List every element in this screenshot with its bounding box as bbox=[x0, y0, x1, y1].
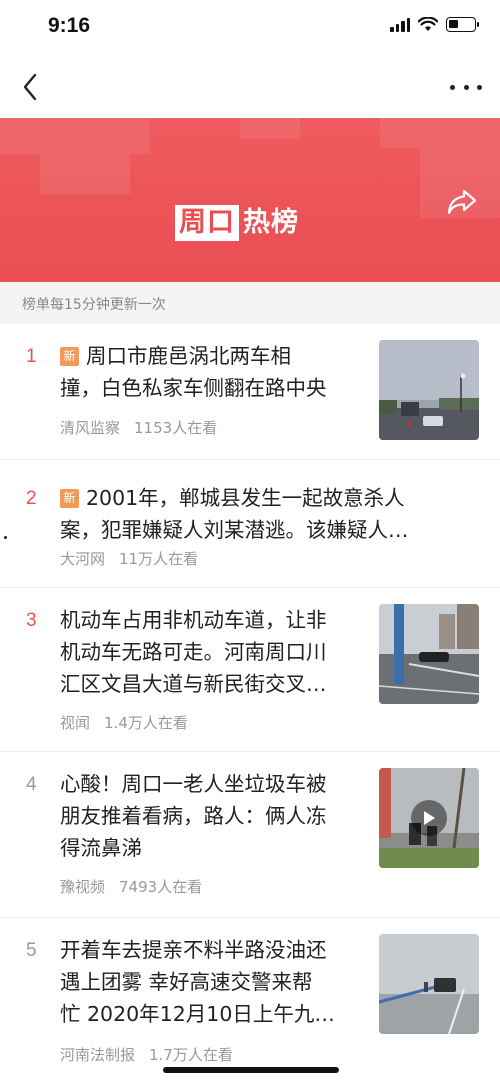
list-item[interactable]: 2 新 2001年，郸城县发生一起故意杀人 案，犯罪嫌疑人刘某潜逃。该嫌疑人… 大… bbox=[0, 460, 500, 588]
list-item[interactable]: 5 开着车去提亲不料半路没油还 遇上团雾 幸好高速交警来帮 忙 2020年12月… bbox=[0, 918, 500, 1068]
item-views: 11万人在看 bbox=[119, 550, 199, 568]
play-icon bbox=[424, 811, 435, 825]
item-views: 1.7万人在看 bbox=[149, 1046, 233, 1064]
update-frequency-note: 榜单每15分钟更新一次 bbox=[0, 282, 500, 324]
wifi-icon bbox=[418, 17, 438, 31]
list-item[interactable]: 3 机动车占用非机动车道，让非 机动车无路可走。河南周口川 汇区文昌大道与新民街… bbox=[0, 588, 500, 752]
video-thumbnail[interactable] bbox=[379, 768, 479, 868]
new-tag: 新 bbox=[60, 489, 79, 508]
hot-list-banner: 周口 热榜 bbox=[0, 118, 500, 282]
banner-decoration bbox=[380, 118, 500, 148]
item-source: 清风监察 bbox=[60, 419, 121, 437]
item-meta: 视闻 1.4万人在看 bbox=[60, 712, 188, 733]
banner-logo: 周口 热榜 bbox=[175, 205, 299, 241]
banner-decoration bbox=[240, 118, 300, 138]
banner-decoration bbox=[0, 118, 150, 154]
rank-number: 2 bbox=[26, 488, 37, 509]
logo-box-text: 周口 bbox=[175, 205, 239, 241]
dot-icon bbox=[463, 84, 469, 90]
logo-text: 热榜 bbox=[243, 207, 299, 238]
back-button[interactable] bbox=[14, 70, 46, 104]
item-title: 新 2001年，郸城县发生一起故意杀人 案，犯罪嫌疑人刘某潜逃。该嫌疑人… bbox=[60, 486, 409, 542]
cellular-signal-icon bbox=[390, 17, 410, 32]
item-meta: 豫视频 7493人在看 bbox=[60, 876, 202, 897]
chevron-left-icon bbox=[23, 73, 37, 101]
status-icons bbox=[390, 17, 479, 32]
update-note-text: 榜单每15分钟更新一次 bbox=[22, 297, 166, 313]
dot-icon bbox=[477, 84, 482, 90]
hot-list: 1 新周口市鹿邑涡北两车相 撞，白色私家车侧翻在路中央 清风监察 1153人在看 bbox=[0, 324, 500, 1068]
new-tag: 新 bbox=[60, 347, 79, 366]
foggy-highway-thumbnail[interactable] bbox=[379, 934, 479, 1034]
list-item[interactable]: 1 新周口市鹿邑涡北两车相 撞，白色私家车侧翻在路中央 清风监察 1153人在看 bbox=[0, 324, 500, 460]
status-time: 9:16 bbox=[48, 14, 91, 37]
rank-number: 1 bbox=[26, 346, 37, 367]
status-bar: 9:16 bbox=[0, 0, 500, 56]
item-views: 1.4万人在看 bbox=[104, 714, 188, 732]
street-thumbnail[interactable] bbox=[379, 604, 479, 704]
item-title: 新周口市鹿邑涡北两车相 撞，白色私家车侧翻在路中央 bbox=[60, 344, 327, 400]
item-views: 7493人在看 bbox=[119, 878, 203, 896]
rank-number: 5 bbox=[26, 940, 37, 961]
item-views: 1153人在看 bbox=[134, 419, 218, 437]
car-crash-thumbnail[interactable] bbox=[379, 340, 479, 440]
share-button[interactable] bbox=[446, 188, 478, 218]
home-indicator[interactable] bbox=[163, 1067, 339, 1073]
battery-icon bbox=[446, 17, 479, 32]
nav-bar bbox=[0, 56, 500, 118]
item-title: 开着车去提亲不料半路没油还 遇上团雾 幸好高速交警来帮 忙 2020年12月10… bbox=[60, 938, 335, 1026]
item-meta: 河南法制报 1.7万人在看 bbox=[60, 1044, 233, 1065]
item-source: 河南法制报 bbox=[60, 1046, 136, 1064]
more-options-button[interactable] bbox=[450, 76, 482, 98]
list-item[interactable]: 4 心酸！周口一老人坐垃圾车被 朋友推着看病，路人：俩人冻 得流鼻涕 豫视频 74… bbox=[0, 752, 500, 918]
share-icon bbox=[447, 189, 477, 215]
edge-marker bbox=[4, 536, 7, 539]
item-title: 心酸！周口一老人坐垃圾车被 朋友推着看病，路人：俩人冻 得流鼻涕 bbox=[60, 772, 327, 860]
rank-number: 4 bbox=[26, 774, 37, 795]
banner-decoration bbox=[40, 154, 130, 194]
rank-number: 3 bbox=[26, 610, 37, 631]
play-button[interactable] bbox=[411, 800, 447, 836]
item-meta: 大河网 11万人在看 bbox=[60, 548, 198, 569]
item-meta: 清风监察 1153人在看 bbox=[60, 417, 217, 438]
item-source: 豫视频 bbox=[60, 878, 106, 896]
item-title: 机动车占用非机动车道，让非 机动车无路可走。河南周口川 汇区文昌大道与新民街交叉… bbox=[60, 608, 327, 696]
item-source: 大河网 bbox=[60, 550, 106, 568]
item-source: 视闻 bbox=[60, 714, 91, 732]
dot-icon bbox=[450, 84, 455, 90]
